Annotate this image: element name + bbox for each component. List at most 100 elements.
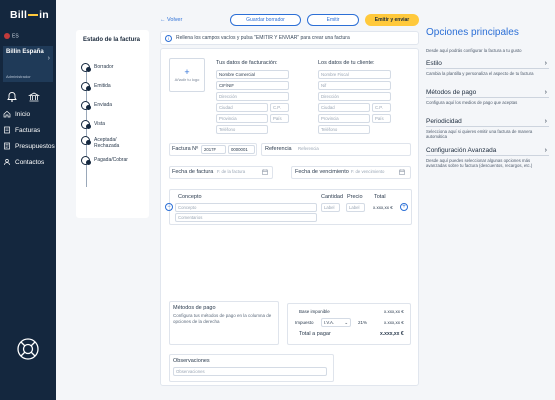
company-name: Billin España <box>6 49 44 55</box>
step-label: Emitida <box>94 83 111 89</box>
options-subtitle: Desde aquí podrás configurar la factura … <box>426 48 522 53</box>
bank-icon[interactable] <box>28 90 41 102</box>
option-desc: Desde aquí puedes seleccionar algunas op… <box>426 158 533 169</box>
step-label: Enviada <box>94 102 113 108</box>
due-date-label: Fecha de vencimiento <box>295 169 349 175</box>
step-indicator-icon <box>81 63 91 72</box>
tax-type-value: I.V.A. <box>324 320 335 325</box>
info-text: Rellena los campos vacíos y pulsa "EMITI… <box>176 35 350 41</box>
emit-send-button[interactable]: Emitir y enviar <box>365 14 419 26</box>
tax-percent: 21% <box>358 320 368 325</box>
client-name-field[interactable]: Nombre Fiscal <box>318 70 391 79</box>
sidebar-item-contactos[interactable]: Contactos <box>0 154 56 170</box>
calendar-icon[interactable] <box>399 169 405 175</box>
base-value: x.xxx,xx € <box>384 309 404 314</box>
billing-title: Tus datos de facturación: <box>216 60 278 66</box>
sidebar-nav: Inicio Facturas Presupuestos Contactos <box>0 106 56 170</box>
home-icon <box>3 110 11 118</box>
option-periodicidad[interactable]: Periodicidad › Selecciona aquí si quieres… <box>426 116 549 139</box>
invoice-form: + Añadir tu logo Tus datos de facturació… <box>160 48 419 386</box>
invoice-date-field[interactable]: F. de la factura <box>215 168 261 177</box>
billing-country-field[interactable]: País <box>270 114 289 123</box>
step-label: Vista <box>94 121 106 127</box>
add-line-plus-icon[interactable]: + <box>400 203 408 211</box>
status-panel-title: Estado de la factura <box>83 37 141 43</box>
remove-line-minus-icon[interactable]: − <box>165 203 173 211</box>
billin-logo[interactable]: Bill in <box>10 9 49 21</box>
invoice-icon <box>4 126 10 134</box>
client-nif-field[interactable]: Nif <box>318 81 391 90</box>
step-indicator-icon <box>81 136 91 145</box>
price-field[interactable]: Label <box>346 203 365 212</box>
option-estilo[interactable]: Estilo › Cambia la plantilla y personaliz… <box>426 58 549 76</box>
client-phone-field[interactable]: Teléfono <box>318 125 370 134</box>
plus-icon: + <box>184 67 190 77</box>
client-address-field[interactable]: Dirección <box>318 92 391 101</box>
billing-address-field[interactable]: Dirección <box>216 92 289 101</box>
back-link[interactable]: ← Volver <box>160 17 182 23</box>
observations-title: Observaciones <box>173 358 210 364</box>
chevron-right-icon: › <box>544 60 547 67</box>
sidebar-item-facturas[interactable]: Facturas <box>0 122 56 138</box>
status-step-pagada: Pagada/Cobrar <box>81 156 128 165</box>
language-label: ES <box>12 33 19 40</box>
invoice-number-label: Factura Nº <box>172 146 199 152</box>
calendar-icon[interactable] <box>262 169 268 175</box>
tax-type-select[interactable]: I.V.A. ⌄ <box>321 318 351 327</box>
billing-city-field[interactable]: Ciudad <box>216 103 268 112</box>
company-role: Administrador <box>6 74 31 79</box>
status-step-aceptada: Aceptada/ Rechazada <box>81 136 130 149</box>
status-step-borrador: Borrador <box>81 63 113 72</box>
client-city-field[interactable]: Ciudad <box>318 103 370 112</box>
option-configuracion-avanzada[interactable]: Configuración Avanzada › Desde aquí puede… <box>426 145 549 168</box>
comments-field[interactable]: Comentarios <box>175 213 317 222</box>
client-province-field[interactable]: Provincia <box>318 114 370 123</box>
invoice-number-field[interactable]: 0000001 <box>228 145 255 154</box>
add-logo-button[interactable]: + Añadir tu logo <box>169 58 205 92</box>
billing-phone-field[interactable]: Teléfono <box>216 125 268 134</box>
observations-field[interactable]: Observaciones <box>173 367 327 376</box>
option-title: Métodos de pago <box>426 89 477 96</box>
emit-button[interactable]: Emitir <box>307 14 359 26</box>
step-label: Borrador <box>94 64 114 70</box>
chevron-right-icon: › <box>544 89 547 96</box>
billing-cif-field[interactable]: CIF/NIF <box>216 81 289 90</box>
help-lifebuoy-icon[interactable] <box>16 337 40 361</box>
concept-field[interactable]: Concepto <box>175 203 317 212</box>
total-value: x.xxx,xx € <box>380 331 404 337</box>
save-draft-button[interactable]: Guardar borrador <box>230 14 301 26</box>
invoice-series-field[interactable]: 2017F <box>201 145 226 154</box>
sidebar-item-label: Presupuestos <box>15 142 55 150</box>
sidebar-item-label: Contactos <box>15 158 45 166</box>
client-cp-field[interactable]: C.P. <box>372 103 391 112</box>
logo-bar-icon <box>28 14 39 17</box>
due-date-field[interactable]: F. de vencimiento <box>349 168 395 177</box>
status-step-vista: Vista <box>81 120 105 129</box>
price-header: Precio <box>347 194 363 200</box>
option-desc: Selecciona aquí si quieres emitir una fa… <box>426 129 533 140</box>
step-indicator-icon <box>81 101 91 110</box>
option-title: Configuración Avanzada <box>426 147 497 154</box>
notifications-icon[interactable] <box>6 90 18 102</box>
quantity-field[interactable]: Label <box>321 203 340 212</box>
step-indicator-icon <box>81 156 91 165</box>
reference-field[interactable]: Referencia <box>296 145 408 154</box>
client-country-field[interactable]: País <box>372 114 391 123</box>
sidebar-item-inicio[interactable]: Inicio <box>0 106 56 122</box>
billing-name-field[interactable]: Nombre Comercial <box>216 70 289 79</box>
total-header: Total <box>374 194 386 200</box>
chevron-right-icon: › <box>544 118 547 125</box>
tax-label: Impuesto <box>295 320 314 325</box>
step-indicator-icon <box>81 82 91 91</box>
company-selector[interactable]: Billin España Administrador › <box>3 46 53 82</box>
invoice-status-panel: Estado de la factura Borrador Emitida En… <box>76 30 149 218</box>
language-selector[interactable]: ES <box>4 33 19 39</box>
billing-province-field[interactable]: Provincia <box>216 114 268 123</box>
contacts-icon <box>4 159 10 166</box>
total-label: Total a pagar <box>299 331 331 337</box>
sidebar-item-presupuestos[interactable]: Presupuestos <box>0 138 56 154</box>
logo-text-left: Bill <box>10 9 28 21</box>
option-metodos-pago[interactable]: Métodos de pago › Configura aquí los medi… <box>426 87 549 105</box>
sidebar-item-label: Facturas <box>15 126 41 134</box>
billing-cp-field[interactable]: C.P. <box>270 103 289 112</box>
